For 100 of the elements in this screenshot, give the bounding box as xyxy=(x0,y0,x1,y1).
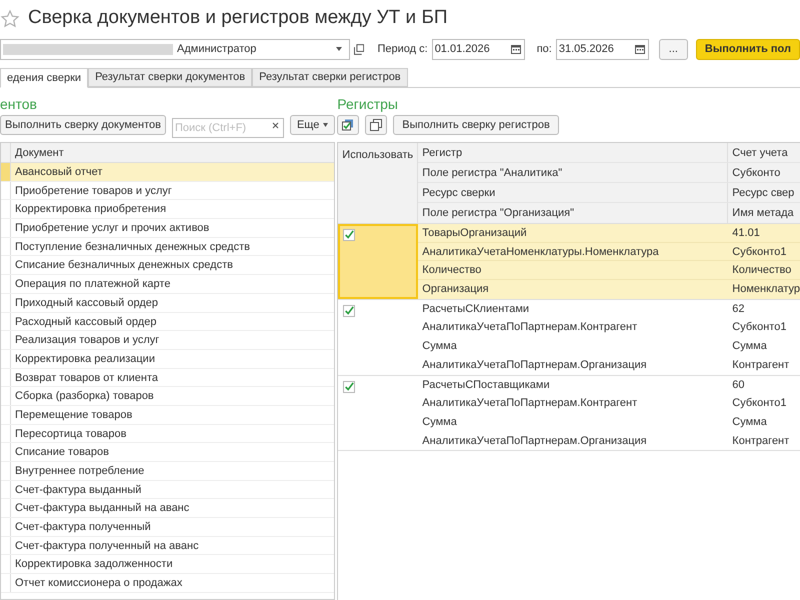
table-cell-text: Счет-фактура выданный на аванс xyxy=(14,501,190,516)
window-title: Сверка документов и регистров между УТ и БП xyxy=(28,6,448,30)
table-cell-text: АналитикаУчетаПоПартнерам.Контрагент xyxy=(421,396,638,412)
table-row[interactable]: Операция по платежной карте xyxy=(1,275,334,294)
table-cell-text: Сумма xyxy=(731,414,767,430)
table-cell-text: Количество xyxy=(731,263,792,278)
table-row[interactable]: Корректировка задолженности xyxy=(1,555,334,574)
table-row[interactable]: ТоварыОрганизаций 41.01 АналитикаУчетаНоменклатуры.Номенклатура Субконто1 Количество Количество Организация Номенклатур xyxy=(338,224,800,300)
table-cell-text: Списание безналичных денежных средств xyxy=(14,258,233,274)
run-button[interactable]: Выполнить пол xyxy=(696,38,800,60)
run-documents-button[interactable]: Выполнить сверку документов xyxy=(0,115,166,135)
column-header[interactable]: Поле регистра "Аналитика" xyxy=(418,163,728,182)
column-header[interactable]: Субконто xyxy=(728,163,780,182)
table-row[interactable]: Счет-фактура выданный на аванс xyxy=(1,499,334,518)
table-cell-text: Авансовый отчет xyxy=(14,165,102,180)
star-icon[interactable] xyxy=(0,8,20,28)
tab[interactable]: едения сверки xyxy=(0,68,88,88)
table-cell-text: Сумма xyxy=(421,339,458,354)
tab[interactable]: Результат сверки регистров xyxy=(252,68,408,87)
table-row[interactable]: Приходный кассовый ордер xyxy=(1,294,334,312)
column-header[interactable]: Документ xyxy=(11,143,64,162)
table-cell-text: Корректировка приобретения xyxy=(14,202,166,218)
caret-icon xyxy=(323,123,328,127)
table-row[interactable]: Реализация товаров и услуг xyxy=(1,331,334,350)
tab[interactable]: Результат сверки документов xyxy=(88,68,252,87)
table-cell-text: Корректировка реализации xyxy=(14,352,155,367)
table-row[interactable]: Списание безналичных денежных средств xyxy=(1,256,334,276)
table-cell-text: Сумма xyxy=(421,414,458,430)
check-all-button[interactable] xyxy=(337,115,360,135)
table-cell-text: Контрагент xyxy=(731,358,790,373)
table-row[interactable]: РасчетыСПоставщиками 60 АналитикаУчетаПоПартнерам.Контрагент Субконто1 Сумма Сумма АналитикаУчетаПоПартнерам.Организация Контрагент xyxy=(338,376,800,452)
table-cell-text: Реализация товаров и услуг xyxy=(14,333,160,348)
column-header[interactable]: Имя метада xyxy=(728,203,794,223)
more-button[interactable]: Еще xyxy=(290,115,336,135)
section-title: ентов xyxy=(0,95,38,112)
date-field[interactable]: 01.01.2026 xyxy=(432,38,525,60)
table-cell-text: АналитикаУчетаПоПартнерам.Контрагент xyxy=(421,320,638,336)
table-cell-text: РасчетыСПоставщиками xyxy=(421,378,551,392)
table-cell-text: АналитикаУчетаПоПартнерам.Организация xyxy=(421,434,648,449)
column-header[interactable]: Счет учета xyxy=(728,143,788,162)
table-cell-text: Приобретение услуг и прочих активов xyxy=(14,221,210,236)
table-cell-text: Расходный кассовый ордер xyxy=(14,314,156,330)
table-cell-text: 60 xyxy=(731,378,745,392)
table-row[interactable]: Сборка (разборка) товаров xyxy=(1,387,334,406)
table-row[interactable]: Авансовый отчет xyxy=(1,163,334,182)
calendar-icon[interactable] xyxy=(634,44,645,54)
table-cell-text: Списание товаров xyxy=(14,445,110,460)
table-row[interactable]: Поступление безналичных денежных средств xyxy=(1,238,334,256)
column-header[interactable]: Ресурс свер xyxy=(728,183,794,202)
table-cell-text: ТоварыОрганизаций xyxy=(421,226,528,241)
table-row[interactable]: Внутреннее потребление xyxy=(1,462,334,481)
table-cell-text: Счет-фактура выданный xyxy=(14,482,142,498)
table-row[interactable]: Возврат товаров от клиента xyxy=(1,368,334,388)
more-button[interactable]: ... xyxy=(658,38,688,60)
table-cell-text: Организация xyxy=(421,282,490,298)
table-cell-text: Поступление безналичных денежных средств xyxy=(14,240,250,255)
uncheck-all-button[interactable] xyxy=(365,115,388,135)
column-header[interactable]: Регистр xyxy=(418,143,728,162)
table-row[interactable]: Приобретение услуг и прочих активов xyxy=(1,219,334,238)
table-cell-text: Номенклатур xyxy=(731,282,800,298)
table-cell-text: Субконто1 xyxy=(731,396,786,412)
table-row[interactable]: Корректировка реализации xyxy=(1,350,334,369)
clear-icon[interactable] xyxy=(272,122,279,129)
table-row[interactable]: Списание товаров xyxy=(1,443,334,462)
checkbox[interactable] xyxy=(343,304,356,317)
table-row[interactable]: Перемещение товаров xyxy=(1,406,334,425)
table-row[interactable]: Счет-фактура полученный xyxy=(1,518,334,537)
run-registers-button[interactable]: Выполнить сверку регистров xyxy=(393,115,559,135)
table-cell-text: Количество xyxy=(421,263,482,278)
calendar-icon[interactable] xyxy=(510,44,521,54)
table-cell-text: Пересортица товаров xyxy=(14,426,126,442)
table-cell-text: Внутреннее потребление xyxy=(14,464,144,479)
table-cell-text: Субконто1 xyxy=(731,320,786,336)
table-cell-text: Счет-фактура полученный xyxy=(14,520,151,536)
table-cell-text: Субконто1 xyxy=(731,244,786,260)
checkbox[interactable] xyxy=(343,380,356,392)
check-all-icon xyxy=(342,119,354,131)
table-row[interactable]: Пересортица товаров xyxy=(1,424,334,444)
column-header[interactable]: Ресурс сверки xyxy=(418,183,728,202)
table-row[interactable]: Расходный кассовый ордер xyxy=(1,312,334,332)
table-row[interactable]: Счет-фактура полученный на аванс xyxy=(1,536,334,556)
user-field[interactable]: Администратор xyxy=(0,38,350,60)
table-cell-text: Операция по платежной карте xyxy=(14,277,170,292)
table-row[interactable]: Корректировка приобретения xyxy=(1,200,334,220)
table-cell-text: Приходный кассовый ордер xyxy=(14,296,158,311)
column-header[interactable]: Поле регистра "Организация" xyxy=(418,203,728,223)
table-row[interactable]: Приобретение товаров и услуг xyxy=(1,182,334,200)
search-field[interactable]: Поиск (Ctrl+F) xyxy=(172,118,284,138)
dropdown-icon[interactable] xyxy=(334,46,343,52)
column-header[interactable]: Использовать xyxy=(338,143,418,223)
copy-icon xyxy=(370,119,382,131)
period-to-label: по: xyxy=(536,42,552,57)
checkbox[interactable] xyxy=(343,229,356,241)
date-field[interactable]: 31.05.2026 xyxy=(556,38,649,60)
table-row[interactable]: Счет-фактура выданный xyxy=(1,480,334,500)
period-from-label: Период с: xyxy=(377,42,428,57)
table-cell-text: Корректировка задолженности xyxy=(14,557,173,572)
open-icon[interactable] xyxy=(354,44,364,54)
section-title: Регистры xyxy=(337,95,399,112)
table-row[interactable]: Отчет комиссионера о продажах xyxy=(1,574,334,593)
